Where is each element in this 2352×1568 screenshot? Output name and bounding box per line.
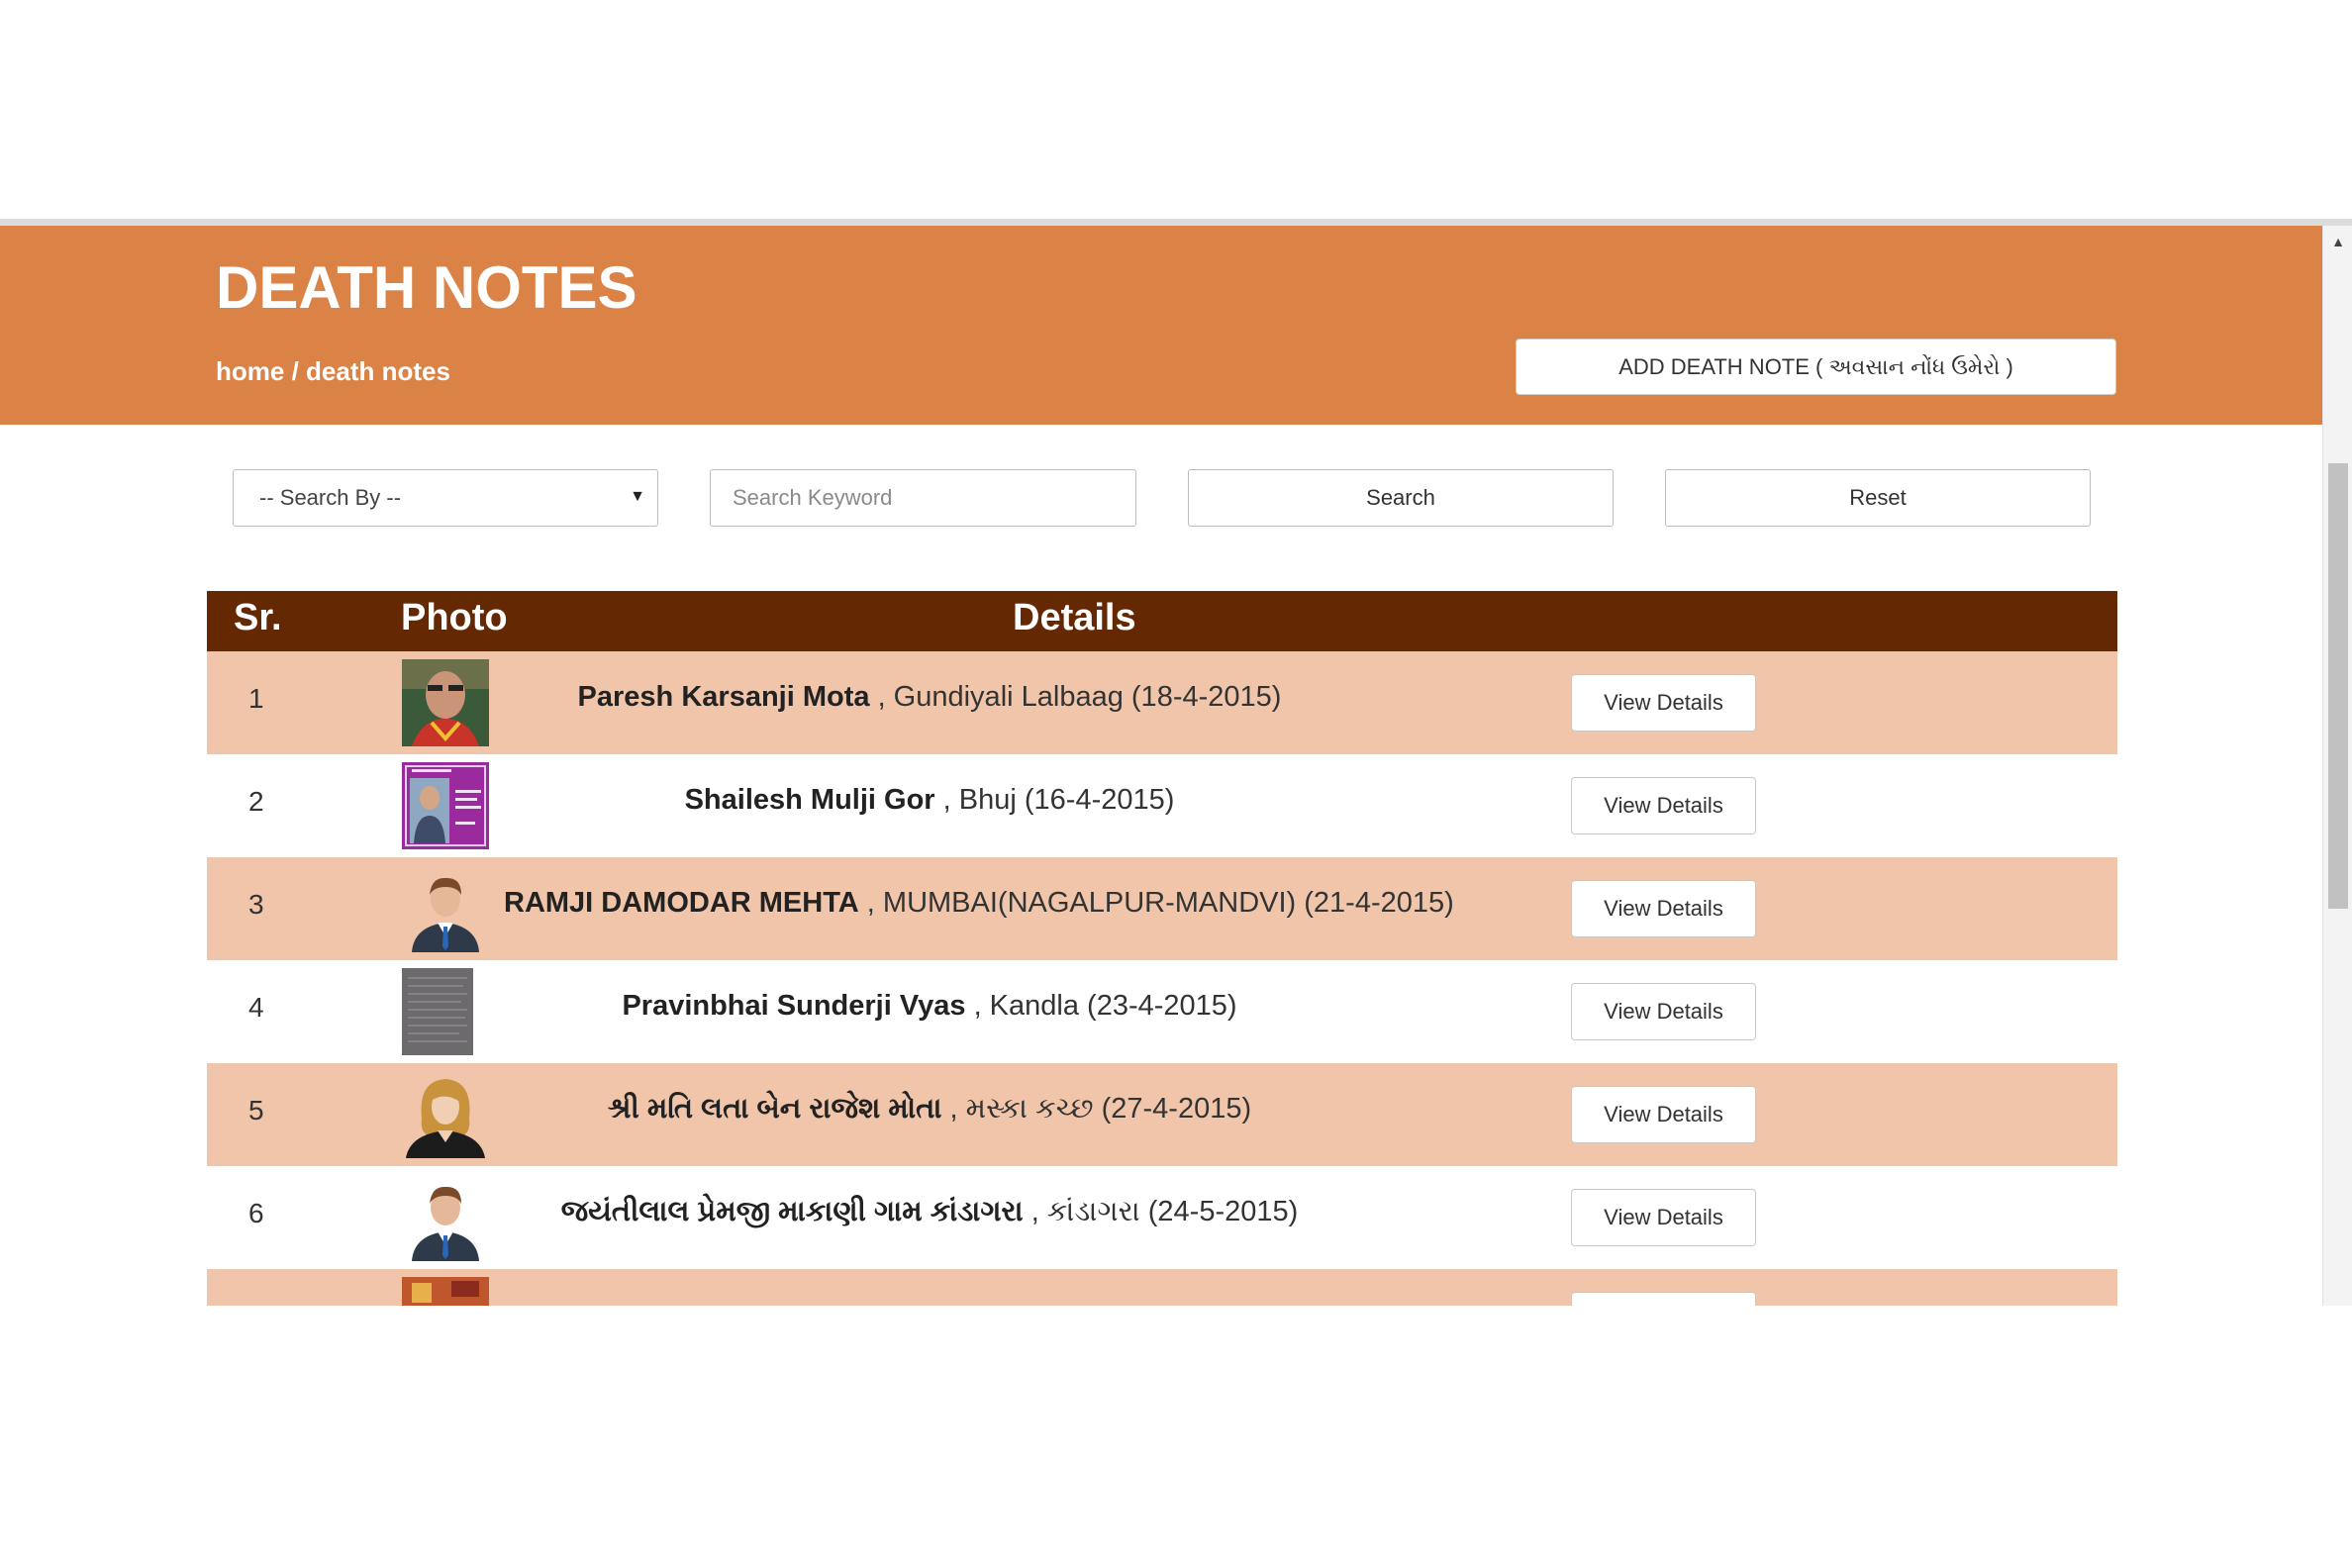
table-row: 2 Shailesh Mulji Gor , Bhuj (16-4-2015) … — [207, 754, 2117, 857]
scroll-up-arrow-icon[interactable]: ▲ — [2323, 230, 2352, 253]
table-row: 5 શ્રી મતિ લતા બેન રાજેશ મોતા , મસ્કા કચ… — [207, 1063, 2117, 1166]
place-date: , MUMBAI(NAGALPUR-MANDVI) (21-4-2015) — [866, 887, 1454, 919]
table-row — [207, 1269, 2117, 1306]
add-death-note-button[interactable]: ADD DEATH NOTE ( અવસાન નોંધ ઉમેરો ) — [1516, 339, 2116, 395]
scrollbar-thumb[interactable] — [2328, 463, 2348, 909]
row-serial: 2 — [248, 786, 264, 817]
bottom-blank-area — [0, 1306, 2352, 1568]
deceased-name: RAMJI DAMODAR MEHTA — [504, 887, 859, 919]
breadcrumb-current: death notes — [306, 356, 450, 386]
row-details: Pravinbhai Sunderji Vyas , Kandla (23-4-… — [504, 990, 1355, 1023]
place-date: , Gundiyali Lalbaag (18-4-2015) — [877, 681, 1282, 713]
deceased-name: શ્રી મતિ લતા બેન રાજેશ મોતા — [607, 1093, 942, 1125]
female-avatar-icon[interactable] — [402, 1071, 489, 1158]
page-title: DEATH NOTES — [216, 254, 637, 321]
column-header-sr: Sr. — [234, 597, 282, 638]
portrait-photo[interactable] — [402, 659, 489, 746]
table-row: 4 Pravinbhai Sunderji Vyas , Kandla (23-… — [207, 960, 2117, 1063]
table-row: 6 જયંતીલાલ પ્રેમજી માકાણી ગામ કાંડાગરા ,… — [207, 1166, 2117, 1269]
row-serial: 4 — [248, 992, 264, 1023]
row-serial: 3 — [248, 889, 264, 920]
row-serial: 1 — [248, 683, 264, 714]
row-details: જયંતીલાલ પ્રેમજી માકાણી ગામ કાંડાગરા , ક… — [504, 1196, 1355, 1228]
search-by-select[interactable]: -- Search By -- ▼ — [233, 469, 658, 527]
search-button[interactable]: Search — [1188, 469, 1614, 527]
browser-viewport: DEATH NOTES home / death notes ADD DEATH… — [0, 219, 2352, 1306]
place-date: , કાંડાગરા (24-5-2015) — [1030, 1196, 1299, 1227]
document-photo[interactable] — [402, 968, 489, 1055]
view-details-button[interactable]: View Details — [1571, 1086, 1756, 1143]
column-header-details: Details — [1013, 597, 1136, 638]
row-details: શ્રી મતિ લતા બેન રાજેશ મોતા , મસ્કા કચ્છ… — [504, 1093, 1355, 1126]
reset-button[interactable]: Reset — [1665, 469, 2091, 527]
vertical-scrollbar[interactable]: ▲ — [2322, 226, 2352, 1306]
breadcrumb-home-link[interactable]: home — [216, 356, 284, 386]
row-details: Paresh Karsanji Mota , Gundiyali Lalbaag… — [504, 681, 1355, 714]
view-details-button[interactable]: View Details — [1571, 880, 1756, 937]
view-details-button[interactable]: View Details — [1571, 674, 1756, 732]
deceased-name: Shailesh Mulji Gor — [684, 784, 935, 816]
breadcrumb-separator: / — [284, 356, 307, 386]
view-details-button[interactable]: View Details — [1571, 983, 1756, 1040]
row-serial: 6 — [248, 1198, 264, 1228]
poster-photo[interactable] — [402, 762, 489, 849]
deceased-name: Pravinbhai Sunderji Vyas — [622, 990, 966, 1022]
table-row: 3 RAMJI DAMODAR MEHTA , MUMBAI(NAGALPUR-… — [207, 857, 2117, 960]
male-avatar-icon[interactable] — [402, 865, 489, 952]
table-row: 1 Paresh Karsanji Mota , Gundiyali Lalba… — [207, 651, 2117, 754]
top-blank-area — [0, 0, 2352, 219]
row-details: Shailesh Mulji Gor , Bhuj (16-4-2015) — [504, 784, 1355, 817]
search-bar: -- Search By -- ▼ Search Reset — [0, 469, 2322, 529]
breadcrumb: home / death notes — [216, 356, 450, 387]
column-header-photo: Photo — [401, 597, 508, 638]
view-details-button[interactable] — [1571, 1292, 1756, 1306]
row-details: RAMJI DAMODAR MEHTA , MUMBAI(NAGALPUR-MA… — [504, 887, 1454, 920]
table-header: Sr. Photo Details — [207, 591, 2117, 651]
deceased-name: જયંતીલાલ પ્રેમજી માકાણી ગામ કાંડાગરા — [560, 1196, 1024, 1227]
deceased-name: Paresh Karsanji Mota — [577, 681, 870, 713]
death-notes-table: Sr. Photo Details 1 Paresh Karsanji Mota… — [207, 591, 2117, 1306]
search-by-value: -- Search By -- — [259, 485, 402, 510]
page-header: DEATH NOTES home / death notes ADD DEATH… — [0, 226, 2322, 425]
search-keyword-input[interactable] — [710, 469, 1136, 527]
view-details-button[interactable]: View Details — [1571, 1189, 1756, 1246]
male-avatar-icon[interactable] — [402, 1174, 489, 1261]
dropdown-arrow-icon: ▼ — [630, 488, 645, 505]
place-date: , Bhuj (16-4-2015) — [942, 784, 1175, 816]
view-details-button[interactable]: View Details — [1571, 777, 1756, 834]
place-date: , મસ્કા કચ્છ (27-4-2015) — [949, 1093, 1252, 1125]
photo-thumbnail[interactable] — [402, 1277, 489, 1306]
place-date: , Kandla (23-4-2015) — [973, 990, 1237, 1022]
row-serial: 5 — [248, 1095, 264, 1126]
